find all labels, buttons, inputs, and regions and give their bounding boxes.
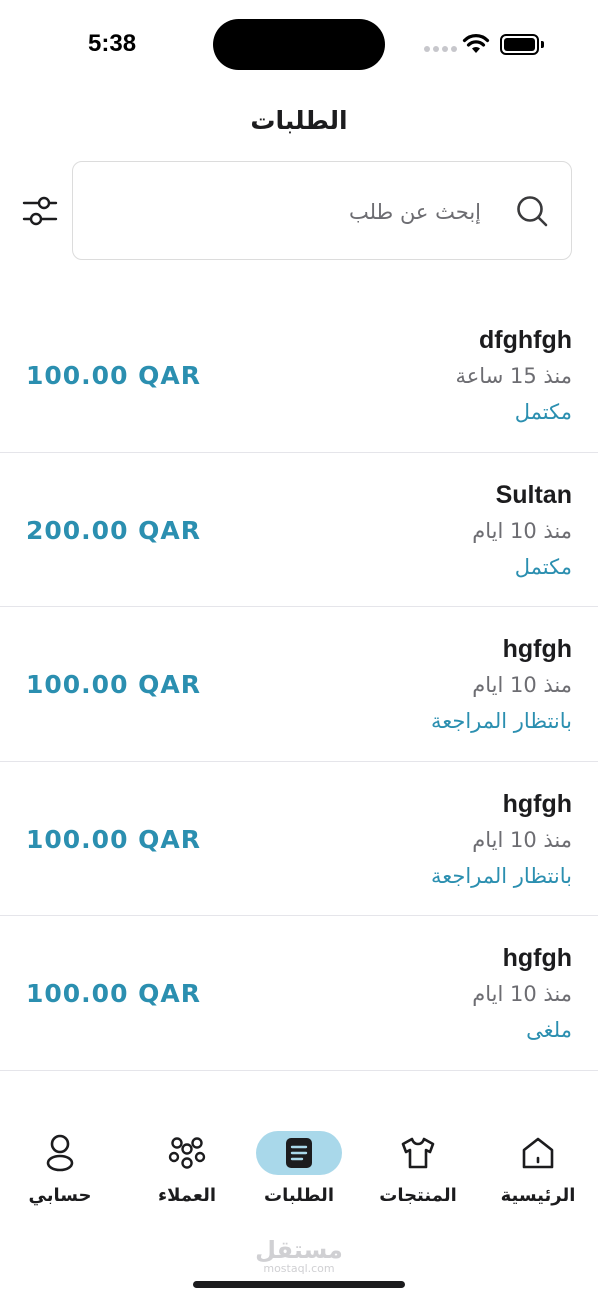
tab-home[interactable]: الرئيسية: [488, 1126, 588, 1216]
filter-icon[interactable]: [22, 194, 58, 228]
search-input[interactable]: [101, 192, 481, 232]
status-bar: 5:38: [0, 0, 598, 90]
order-customer-name: hgfgh: [502, 789, 572, 818]
tab-label: المنتجات: [379, 1185, 457, 1206]
order-time: منذ 10 ايام: [472, 518, 572, 543]
order-row[interactable]: Sultan منذ 10 ايام مكتمل 200.00 QAR: [0, 453, 598, 607]
wifi-icon: [462, 34, 490, 53]
tab-customers[interactable]: العملاء: [137, 1126, 237, 1216]
order-customer-name: dfghfgh: [478, 326, 572, 354]
tab-label: حسابي: [28, 1185, 92, 1206]
order-price: 100.00 QAR: [26, 979, 202, 1008]
battery-icon: [500, 34, 544, 55]
order-status: مكتمل: [514, 554, 572, 579]
watermark-logo: مستقل: [255, 1236, 343, 1264]
status-time: 5:38: [88, 30, 137, 57]
home-indicator: [193, 1281, 405, 1288]
order-status: ملغى: [526, 1018, 572, 1042]
cellular-signal-icon: [424, 46, 457, 52]
tab-account[interactable]: حسابي: [10, 1126, 110, 1216]
order-price: 100.00 QAR: [26, 824, 202, 854]
search-icon: [517, 196, 548, 227]
orders-icon: [286, 1138, 312, 1168]
order-status: بانتظار المراجعة: [430, 863, 572, 888]
orders-screen: 5:38 الطلبات dfghfgh: [0, 0, 598, 1300]
tab-label: الرئيسية: [500, 1185, 576, 1206]
order-customer-name: hgfgh: [502, 944, 572, 972]
tab-orders[interactable]: الطلبات: [249, 1126, 349, 1216]
page-title: الطلبات: [250, 106, 348, 135]
bottom-tab-bar: الرئيسية المنتجات الطلبات العملاء حسابي: [0, 1126, 598, 1216]
order-price: 200.00 QAR: [26, 515, 202, 545]
watermark-url: mostaql.com: [263, 1262, 335, 1275]
home-icon: [522, 1137, 554, 1169]
order-time: منذ 15 ساعة: [455, 364, 573, 388]
order-price: 100.00 QAR: [26, 361, 202, 390]
order-price: 100.00 QAR: [26, 670, 202, 699]
order-row[interactable]: hgfgh منذ 10 ايام ملغى 100.00 QAR: [0, 916, 598, 1071]
order-customer-name: hgfgh: [502, 635, 572, 663]
order-row[interactable]: hgfgh منذ 10 ايام بانتظار المراجعة 100.0…: [0, 607, 598, 762]
orders-list: dfghfgh منذ 15 ساعة مكتمل 100.00 QAR Sul…: [0, 298, 598, 1071]
order-time: منذ 10 ايام: [472, 827, 572, 852]
order-time: منذ 10 ايام: [472, 982, 572, 1006]
tab-label: العملاء: [157, 1185, 217, 1206]
dynamic-island: [213, 19, 385, 70]
order-status: مكتمل: [514, 400, 572, 424]
order-customer-name: Sultan: [495, 480, 572, 509]
shirt-icon: [401, 1137, 435, 1169]
tab-products[interactable]: المنتجات: [368, 1126, 468, 1216]
customers-icon: [168, 1137, 206, 1169]
order-row[interactable]: dfghfgh منذ 15 ساعة مكتمل 100.00 QAR: [0, 298, 598, 453]
order-status: بانتظار المراجعة: [430, 709, 572, 733]
order-row[interactable]: hgfgh منذ 10 ايام بانتظار المراجعة 100.0…: [0, 762, 598, 916]
search-box[interactable]: [72, 161, 572, 260]
user-icon: [46, 1134, 74, 1172]
tab-label: الطلبات: [263, 1185, 334, 1206]
order-time: منذ 10 ايام: [472, 673, 572, 697]
